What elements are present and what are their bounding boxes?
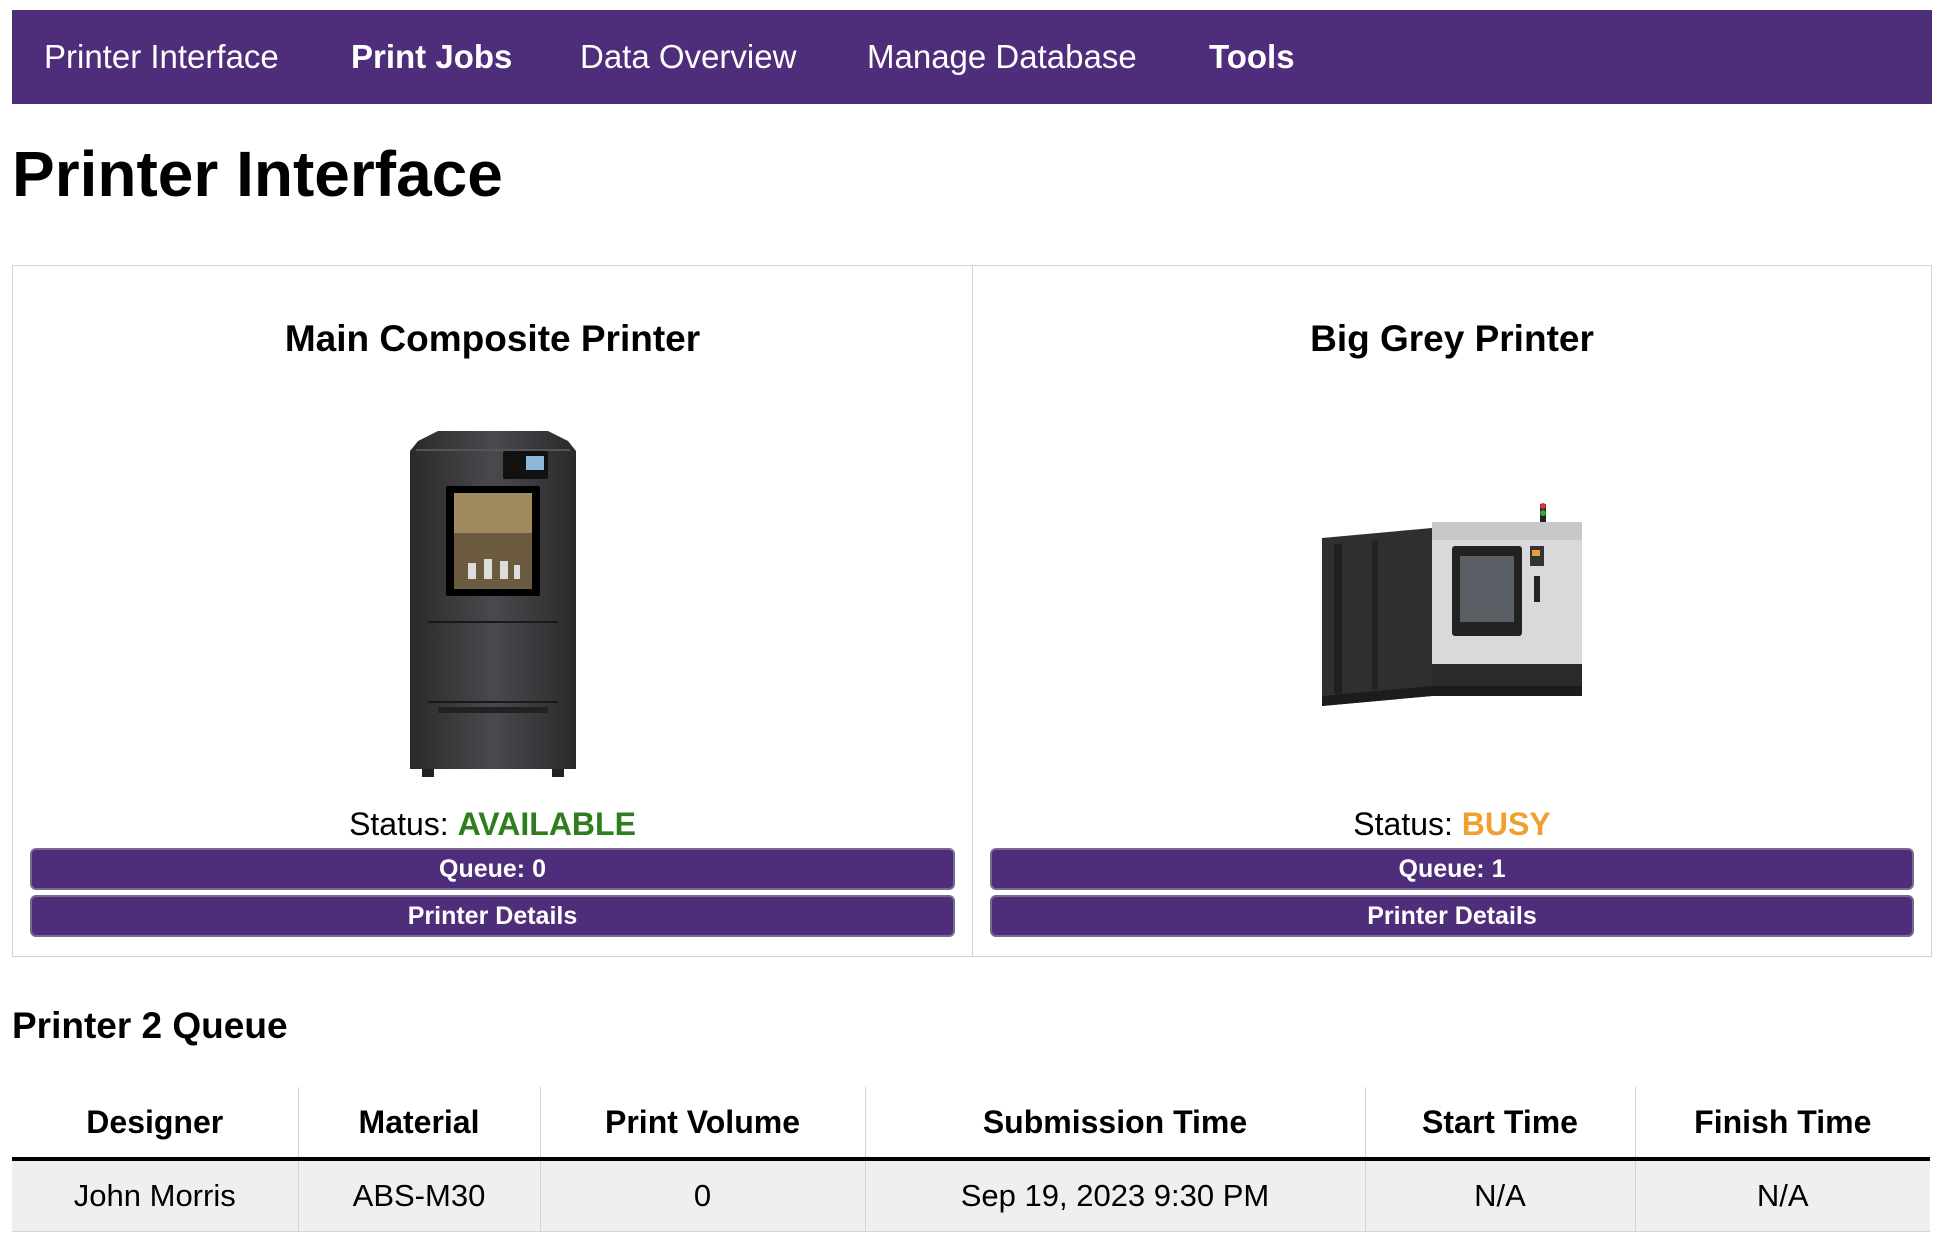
- printer-name: Big Grey Printer: [1310, 318, 1594, 359]
- cell-material: ABS-M30: [297, 1159, 540, 1232]
- nav-printer-interface[interactable]: Printer Interface: [44, 38, 279, 76]
- printer-details-button[interactable]: Printer Details: [990, 895, 1914, 937]
- cell-print-volume: 0: [539, 1159, 865, 1232]
- printer-name: Main Composite Printer: [284, 318, 701, 359]
- column-header-finish-time: Finish Time: [1634, 1087, 1930, 1161]
- nav-print-jobs[interactable]: Print Jobs: [351, 38, 512, 76]
- table-header-row: Designer Material Print Volume Submissio…: [12, 1087, 1930, 1161]
- cell-start-time: N/A: [1364, 1159, 1635, 1232]
- queue-button[interactable]: Queue: 0: [30, 848, 955, 890]
- composite-printer-image: [409, 431, 576, 777]
- top-navbar: Printer Interface Print Jobs Data Overvi…: [12, 10, 1932, 104]
- column-header-print-volume: Print Volume: [539, 1087, 865, 1161]
- nav-data-overview[interactable]: Data Overview: [580, 38, 796, 76]
- cell-designer: John Morris: [12, 1159, 298, 1232]
- printer-status: Status: BUSY: [973, 806, 1931, 843]
- status-value-busy: BUSY: [1461, 806, 1551, 842]
- printer-cards: Main Composite Printer Status: AVAILABLE…: [12, 265, 1932, 957]
- cell-submission-time: Sep 19, 2023 9:30 PM: [864, 1159, 1365, 1232]
- page-title: Printer Interface: [12, 138, 503, 210]
- column-header-start-time: Start Time: [1364, 1087, 1635, 1161]
- printer-card-big-grey: Big Grey Printer Status: BUSY Queue: 1 P…: [972, 266, 1931, 956]
- cell-finish-time: N/A: [1634, 1159, 1930, 1232]
- column-header-submission-time: Submission Time: [864, 1087, 1365, 1161]
- status-label: Status:: [1353, 806, 1453, 842]
- queue-section-title: Printer 2 Queue: [12, 1005, 288, 1046]
- queue-button[interactable]: Queue: 1: [990, 848, 1914, 890]
- nav-tools[interactable]: Tools: [1209, 38, 1295, 76]
- column-header-material: Material: [297, 1087, 540, 1161]
- status-value-available: AVAILABLE: [457, 806, 636, 842]
- printer-details-button[interactable]: Printer Details: [30, 895, 955, 937]
- column-header-designer: Designer: [12, 1087, 298, 1161]
- big-grey-printer-image: [1322, 503, 1582, 706]
- nav-manage-database[interactable]: Manage Database: [867, 38, 1137, 76]
- table-row: John Morris ABS-M30 0 Sep 19, 2023 9:30 …: [12, 1159, 1930, 1232]
- printer-card-main-composite: Main Composite Printer Status: AVAILABLE…: [13, 266, 972, 956]
- status-label: Status:: [349, 806, 449, 842]
- queue-table: Designer Material Print Volume Submissio…: [12, 1087, 1930, 1232]
- printer-status: Status: AVAILABLE: [13, 806, 972, 843]
